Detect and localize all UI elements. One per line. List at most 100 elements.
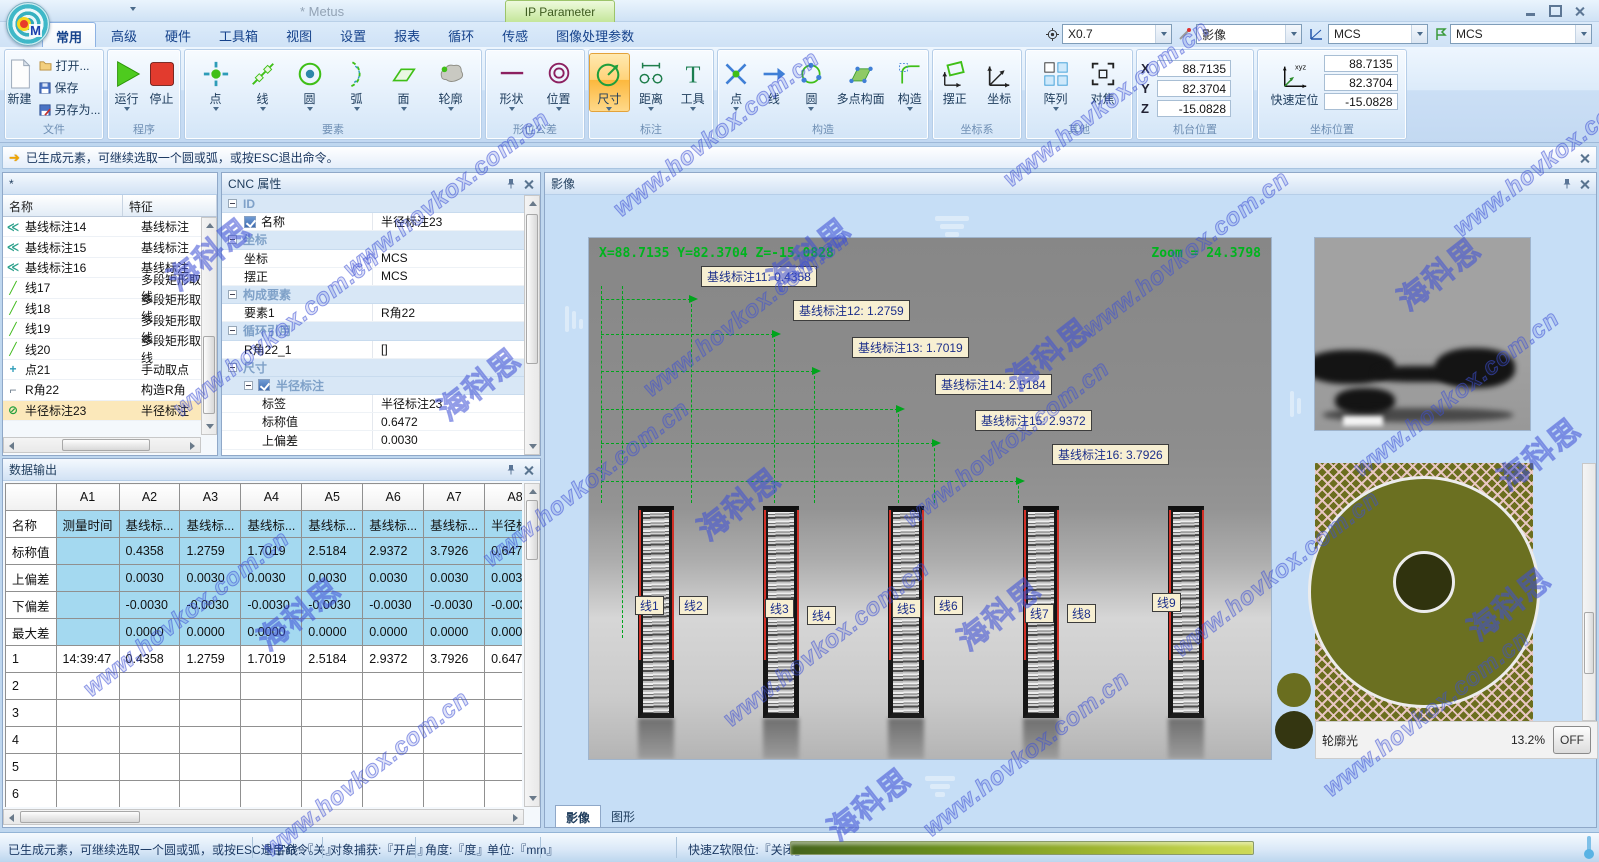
close-button[interactable] [1569, 4, 1591, 18]
data-cell[interactable] [485, 754, 522, 781]
data-cell[interactable] [241, 754, 302, 781]
annotation-label[interactable]: 基线标注15: 2.9372 [975, 410, 1092, 431]
data-cell[interactable]: 0.0000 [180, 619, 241, 646]
checkbox-checked-icon[interactable] [258, 379, 270, 391]
data-cell[interactable]: -0.0030 [363, 592, 424, 619]
list-item[interactable]: ╱线20多段矩形取线 [3, 339, 201, 359]
ribbon-tab[interactable]: 常用 [42, 22, 96, 47]
property-row[interactable]: 标称值0.6472 [222, 413, 524, 431]
property-group-row[interactable]: ID [222, 195, 524, 213]
line-button[interactable]: 线 [240, 53, 286, 112]
data-cell[interactable]: 0.0030 [180, 565, 241, 592]
data-cell[interactable]: 基线标... [302, 511, 363, 538]
coord1-dropdown-icon[interactable] [1411, 25, 1427, 43]
data-cell[interactable] [56, 565, 119, 592]
data-cell[interactable]: 0.0030 [302, 565, 363, 592]
data-cell[interactable] [485, 727, 522, 754]
quick-position-button[interactable]: xyz 快速定位 [1267, 54, 1323, 108]
ribbon-tab[interactable]: 传感 [489, 22, 541, 47]
save-button[interactable]: 保存 [36, 78, 104, 97]
data-cell[interactable]: -0.0030 [424, 592, 485, 619]
column-name[interactable]: 名称 [3, 195, 123, 216]
property-value[interactable]: 半径标注23 [373, 213, 524, 230]
cnc-panel-close-icon[interactable] [524, 179, 534, 189]
ribbon-tab[interactable]: 报表 [381, 22, 433, 47]
data-cell[interactable] [56, 727, 119, 754]
data-cell[interactable]: 半径标... [485, 511, 522, 538]
data-cell[interactable]: 基线标... [180, 511, 241, 538]
data-cell[interactable] [424, 727, 485, 754]
data-cell[interactable]: 0.0000 [241, 619, 302, 646]
magnification-dropdown-icon[interactable] [1155, 25, 1171, 43]
data-cell[interactable]: 基线标... [363, 511, 424, 538]
data-cell[interactable]: 0.0030 [119, 565, 180, 592]
property-value[interactable]: 0.0030 [373, 433, 524, 447]
data-cell[interactable]: 0.0000 [485, 619, 522, 646]
line-label[interactable]: 线3 [765, 599, 794, 618]
data-cell[interactable] [424, 700, 485, 727]
property-value[interactable]: 0.6472 [373, 415, 524, 429]
data-cell[interactable]: 1.7019 [241, 646, 302, 673]
row-header-cell[interactable]: 1 [6, 646, 57, 673]
data-cell[interactable] [302, 700, 363, 727]
data-cell[interactable]: -0.0030 [119, 592, 180, 619]
data-cell[interactable] [302, 727, 363, 754]
data-output-vscrollbar[interactable] [524, 483, 540, 807]
annotation-label[interactable]: 基线标注11: 0.4358 [701, 266, 817, 287]
open-button[interactable]: 打开... [36, 56, 104, 75]
line-label[interactable]: 线6 [934, 596, 963, 615]
data-cell[interactable] [119, 781, 180, 808]
list-item[interactable]: +点21手动取点 [3, 360, 201, 380]
property-group-row[interactable]: 坐标 [222, 231, 524, 249]
line-label[interactable]: 线7 [1025, 604, 1054, 623]
row-header-cell[interactable]: 4 [6, 727, 57, 754]
data-cell[interactable]: -0.0030 [180, 592, 241, 619]
minimize-button[interactable] [1519, 4, 1541, 18]
property-group-row[interactable]: 循环引用 [222, 322, 524, 340]
data-cell[interactable] [424, 673, 485, 700]
list-item[interactable]: ⌐R角22构造R角 [3, 380, 201, 400]
row-header-cell[interactable]: 标称值 [6, 538, 57, 565]
dimension-button[interactable]: 尺寸 [589, 53, 630, 112]
data-cell[interactable]: 0.0030 [363, 565, 424, 592]
row-header-cell[interactable]: 6 [6, 781, 57, 808]
row-header-cell[interactable]: 下偏差 [6, 592, 57, 619]
data-cell[interactable]: -0.0030 [485, 592, 522, 619]
point-button[interactable]: 点 [193, 53, 239, 112]
data-cell[interactable] [363, 727, 424, 754]
ribbon-tab[interactable]: 设置 [327, 22, 379, 47]
data-cell[interactable] [119, 673, 180, 700]
row-header-cell[interactable]: 上偏差 [6, 565, 57, 592]
coordinate-button[interactable]: 坐标 [978, 53, 1022, 107]
data-cell[interactable]: 0.6472 [485, 646, 522, 673]
collapse-icon[interactable] [228, 363, 237, 372]
annotation-label[interactable]: 基线标注14: 2.5184 [935, 374, 1052, 395]
data-cell[interactable] [302, 754, 363, 781]
element-list-hscrollbar[interactable] [3, 437, 201, 453]
view-combo[interactable]: 影像 [1196, 24, 1302, 44]
property-row[interactable]: 上偏差0.0030 [222, 431, 524, 449]
row-header-cell[interactable]: 3 [6, 700, 57, 727]
construct-point-button[interactable]: 点 [718, 53, 755, 112]
data-cell[interactable]: 3.7926 [424, 646, 485, 673]
pin-icon[interactable] [506, 464, 516, 475]
data-cell[interactable]: 基线标... [119, 511, 180, 538]
data-cell[interactable] [363, 754, 424, 781]
data-cell[interactable] [485, 700, 522, 727]
column-feature[interactable]: 特征 [123, 195, 217, 216]
data-output-hscrollbar[interactable] [3, 809, 524, 825]
distance-button[interactable]: 距离 [631, 53, 672, 112]
property-row[interactable]: 名称半径标注23 [222, 213, 524, 231]
construct-button[interactable]: 构造 [891, 53, 928, 112]
property-value[interactable]: 半径标注23 [373, 395, 524, 412]
data-cell[interactable]: 1.2759 [180, 538, 241, 565]
collapse-icon[interactable] [244, 381, 253, 390]
data-cell[interactable] [241, 781, 302, 808]
ribbon-tab[interactable]: 视图 [273, 22, 325, 47]
data-cell[interactable] [363, 781, 424, 808]
collapse-icon[interactable] [228, 290, 237, 299]
light-indicator-1[interactable] [1277, 673, 1311, 707]
app-logo[interactable]: M [6, 2, 50, 46]
data-cell[interactable]: 0.0030 [241, 565, 302, 592]
property-row[interactable]: 摆正MCS [222, 268, 524, 286]
